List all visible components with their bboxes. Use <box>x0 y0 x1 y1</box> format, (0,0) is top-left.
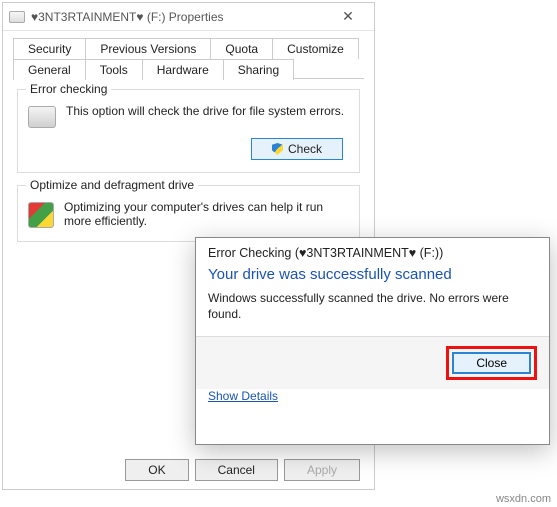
error-checking-legend: Error checking <box>26 82 111 96</box>
check-button[interactable]: Check <box>251 138 343 160</box>
ok-button[interactable]: OK <box>125 459 188 481</box>
close-button[interactable]: Close <box>452 352 531 374</box>
drive-icon <box>9 11 25 23</box>
window-title: ♥3NT3RTAINMENT♥ (F:) Properties <box>31 10 328 24</box>
tab-sharing[interactable]: Sharing <box>223 59 294 80</box>
defrag-legend: Optimize and defragment drive <box>26 178 198 192</box>
tabs-row-2: General Tools Hardware Sharing <box>13 58 364 79</box>
close-icon[interactable]: ✕ <box>328 8 368 25</box>
watermark: wsxdn.com <box>496 493 551 505</box>
tab-quota[interactable]: Quota <box>210 38 273 59</box>
tab-previous-versions[interactable]: Previous Versions <box>85 38 211 59</box>
tabs-area: Security Previous Versions Quota Customi… <box>3 31 374 79</box>
cancel-button[interactable]: Cancel <box>195 459 278 481</box>
tab-security[interactable]: Security <box>13 38 86 59</box>
tab-general[interactable]: General <box>13 59 86 80</box>
dialog-body: Windows successfully scanned the drive. … <box>196 291 549 322</box>
close-button-highlight: Close <box>446 346 537 380</box>
dialog-title: Error Checking (♥3NT3RTAINMENT♥ (F:)) <box>196 238 549 266</box>
apply-button: Apply <box>284 459 360 481</box>
defrag-group: Optimize and defragment drive Optimizing… <box>17 185 360 242</box>
dialog-heading: Your drive was successfully scanned <box>196 266 549 291</box>
defrag-icon <box>28 202 54 228</box>
defrag-text: Optimizing your computer's drives can he… <box>64 200 349 229</box>
error-checking-dialog: Error Checking (♥3NT3RTAINMENT♥ (F:)) Yo… <box>195 237 550 445</box>
tab-hardware[interactable]: Hardware <box>142 59 224 80</box>
error-checking-text: This option will check the drive for fil… <box>66 104 349 118</box>
tabs-row-1: Security Previous Versions Quota Customi… <box>13 37 364 58</box>
shield-icon <box>272 143 283 155</box>
check-button-label: Check <box>288 142 322 156</box>
error-checking-group: Error checking This option will check th… <box>17 89 360 173</box>
dialog-button-row: Close <box>196 336 549 389</box>
tab-tools[interactable]: Tools <box>85 59 143 80</box>
show-details-link[interactable]: Show Details <box>196 389 549 413</box>
footer-buttons: OK Cancel Apply <box>125 459 360 481</box>
titlebar: ♥3NT3RTAINMENT♥ (F:) Properties ✕ <box>3 3 374 31</box>
drive-check-icon <box>28 106 56 128</box>
tab-customize[interactable]: Customize <box>272 38 359 59</box>
